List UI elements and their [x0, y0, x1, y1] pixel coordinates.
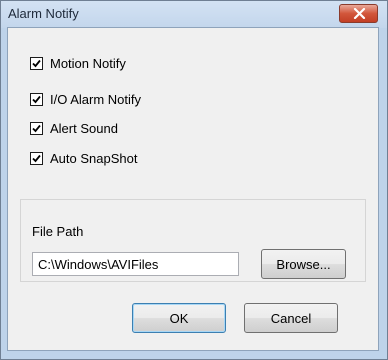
option-io-alarm-notify[interactable]: I/O Alarm Notify: [30, 90, 141, 108]
close-button[interactable]: [339, 4, 378, 23]
option-motion-notify[interactable]: Motion Notify: [30, 54, 126, 72]
ok-button[interactable]: OK: [132, 303, 226, 333]
auto-snapshot-checkbox[interactable]: [30, 151, 43, 165]
checkmark-icon: [32, 59, 41, 67]
motion-notify-checkbox[interactable]: [30, 56, 43, 70]
file-path-input[interactable]: [32, 252, 239, 276]
io-alarm-notify-checkbox[interactable]: [30, 92, 43, 106]
file-path-label: File Path: [32, 224, 84, 239]
checkmark-icon: [32, 124, 41, 132]
browse-button[interactable]: Browse...: [261, 249, 346, 279]
close-x-icon: [353, 8, 366, 19]
checkmark-icon: [32, 154, 41, 162]
window-title: Alarm Notify: [8, 6, 79, 21]
io-alarm-notify-label: I/O Alarm Notify: [50, 91, 142, 107]
alert-sound-checkbox[interactable]: [30, 121, 43, 135]
title-bar[interactable]: Alarm Notify: [1, 1, 387, 28]
cancel-button[interactable]: Cancel: [244, 303, 338, 333]
motion-notify-label: Motion Notify: [50, 55, 126, 71]
option-alert-sound[interactable]: Alert Sound: [30, 119, 118, 137]
auto-snapshot-label: Auto SnapShot: [50, 150, 138, 166]
alert-sound-label: Alert Sound: [50, 120, 118, 136]
checkmark-icon: [32, 95, 41, 103]
dialog-client-area: Motion Notify I/O Alarm Notify Alert Sou…: [7, 27, 379, 351]
option-auto-snapshot[interactable]: Auto SnapShot: [30, 149, 137, 167]
